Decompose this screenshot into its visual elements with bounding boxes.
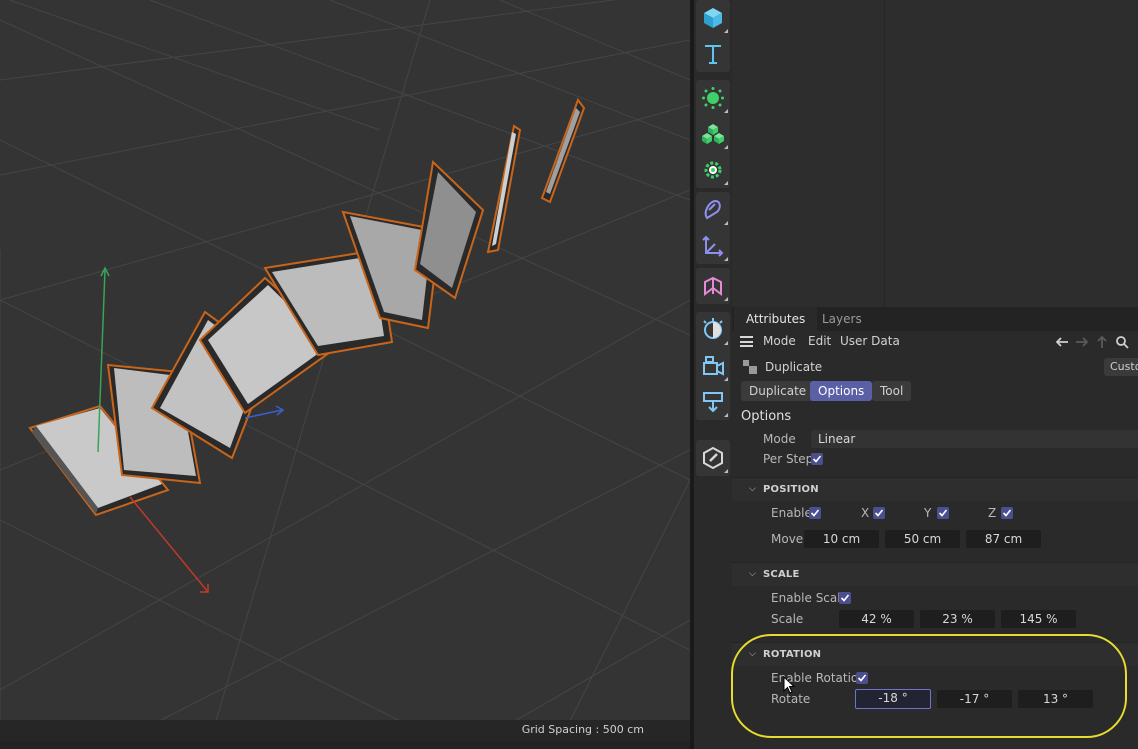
3d-viewport[interactable]: Grid Spacing : 500 cm	[0, 0, 690, 741]
position-enable-label: Enable	[771, 506, 812, 520]
light-button[interactable]	[696, 312, 730, 348]
cloner-icon	[702, 124, 724, 144]
enable-scale-label: Enable Scale	[771, 591, 848, 605]
text-button[interactable]	[696, 36, 730, 72]
mograph-effector-icon	[704, 276, 722, 296]
scale-y-field[interactable]: 23 %	[920, 610, 995, 628]
scale-label: Scale	[771, 612, 804, 626]
axis-icon	[702, 235, 724, 257]
floor-icon	[703, 392, 723, 413]
object-toolbar	[694, 0, 732, 749]
menu-user-data[interactable]: User Data	[840, 334, 900, 348]
object-manager[interactable]	[732, 0, 1138, 307]
spline-button[interactable]	[696, 192, 730, 228]
hamburger-menu-icon[interactable]	[740, 336, 753, 347]
viewport-status-bar: Grid Spacing : 500 cm	[0, 720, 690, 741]
check-icon	[938, 509, 948, 517]
check-icon	[810, 509, 820, 517]
check-icon	[1002, 509, 1012, 517]
section-position-title: POSITION	[763, 484, 819, 495]
gear-deformer-icon	[704, 161, 722, 179]
search-icon[interactable]	[1115, 335, 1129, 349]
subtab-tool[interactable]: Tool	[872, 381, 912, 401]
check-icon	[874, 509, 884, 517]
mode-label: Mode	[763, 432, 796, 446]
attributes-menubar: Mode Edit User Data	[732, 331, 1138, 353]
deformer-button[interactable]	[696, 152, 730, 188]
toolbar-group-splines	[696, 192, 730, 264]
subtab-duplicate[interactable]: Duplicate	[741, 381, 815, 401]
scale-x-field[interactable]: 42 %	[839, 610, 914, 628]
scale-z-field[interactable]: 145 %	[1001, 610, 1076, 628]
tab-attributes[interactable]: Attributes	[734, 307, 818, 331]
generator-button[interactable]	[696, 80, 730, 116]
back-arrow-icon[interactable]	[1055, 335, 1069, 349]
check-icon	[840, 594, 850, 602]
toolbar-group-generators	[696, 80, 730, 188]
mode-dropdown[interactable]: Linear	[811, 430, 1138, 448]
position-y-checkbox[interactable]	[937, 507, 949, 519]
position-z-checkbox[interactable]	[1001, 507, 1013, 519]
position-z-label: Z	[988, 506, 997, 520]
per-step-checkbox[interactable]	[811, 453, 823, 465]
chevron-down-icon: ⌵	[749, 484, 756, 494]
cube-button[interactable]	[696, 0, 730, 36]
up-arrow-icon[interactable]	[1095, 335, 1109, 349]
tab-layers[interactable]: Layers	[810, 307, 874, 331]
viewport-scene	[0, 0, 690, 741]
move-label: Move	[771, 532, 804, 546]
floor-grid	[0, 0, 690, 741]
position-enable-checkbox[interactable]	[809, 507, 821, 519]
edit-tag-button[interactable]	[696, 440, 730, 476]
object-name: Duplicate	[765, 360, 823, 374]
light-icon	[703, 318, 723, 339]
effector-button[interactable]	[696, 268, 730, 304]
floor-button[interactable]	[696, 384, 730, 420]
section-position[interactable]: ⌵ POSITION	[732, 477, 1138, 501]
cloner-button[interactable]	[696, 116, 730, 152]
subtab-options[interactable]: Options	[810, 381, 873, 401]
position-x-label: X	[861, 506, 870, 520]
options-heading: Options	[741, 409, 792, 424]
section-scale-title: SCALE	[763, 569, 800, 580]
toolbar-group-scene	[696, 312, 730, 420]
text-icon	[705, 45, 721, 64]
move-y-field[interactable]: 50 cm	[885, 530, 960, 548]
chevron-down-icon: ⌵	[749, 569, 756, 579]
panel-tabs: Attributes Layers	[732, 307, 1138, 331]
generator-icon	[702, 87, 724, 109]
move-x-field[interactable]: 10 cm	[804, 530, 879, 548]
edit-tag-icon	[703, 446, 723, 470]
forward-arrow-icon[interactable]	[1075, 335, 1089, 349]
camera-icon	[703, 356, 724, 376]
toolbar-group-primitives	[696, 0, 730, 72]
toolbar-group-tags	[696, 440, 730, 476]
check-icon	[812, 455, 822, 463]
duplicate-tiles[interactable]	[28, 97, 586, 517]
object-header: Duplicate Custo	[732, 357, 1138, 377]
duplicate-object-icon	[743, 360, 757, 374]
object-manager-divider	[884, 0, 885, 307]
camera-button[interactable]	[696, 348, 730, 384]
cube-icon	[704, 8, 722, 28]
mouse-cursor-icon	[783, 676, 795, 694]
enable-scale-checkbox[interactable]	[839, 592, 851, 604]
per-step-label: Per Step	[763, 452, 814, 466]
bottom-strip	[0, 741, 732, 749]
position-x-checkbox[interactable]	[873, 507, 885, 519]
spline-icon	[704, 199, 721, 220]
position-y-label: Y	[924, 506, 932, 520]
move-z-field[interactable]: 87 cm	[966, 530, 1041, 548]
grid-spacing-label: Grid Spacing : 500 cm	[521, 723, 644, 736]
menu-mode[interactable]: Mode	[763, 334, 796, 348]
menu-edit[interactable]: Edit	[808, 334, 831, 348]
axis-button[interactable]	[696, 228, 730, 264]
toolbar-group-effectors	[696, 268, 730, 304]
custom-mode-button[interactable]: Custo	[1104, 358, 1138, 376]
section-scale[interactable]: ⌵ SCALE	[732, 562, 1138, 586]
